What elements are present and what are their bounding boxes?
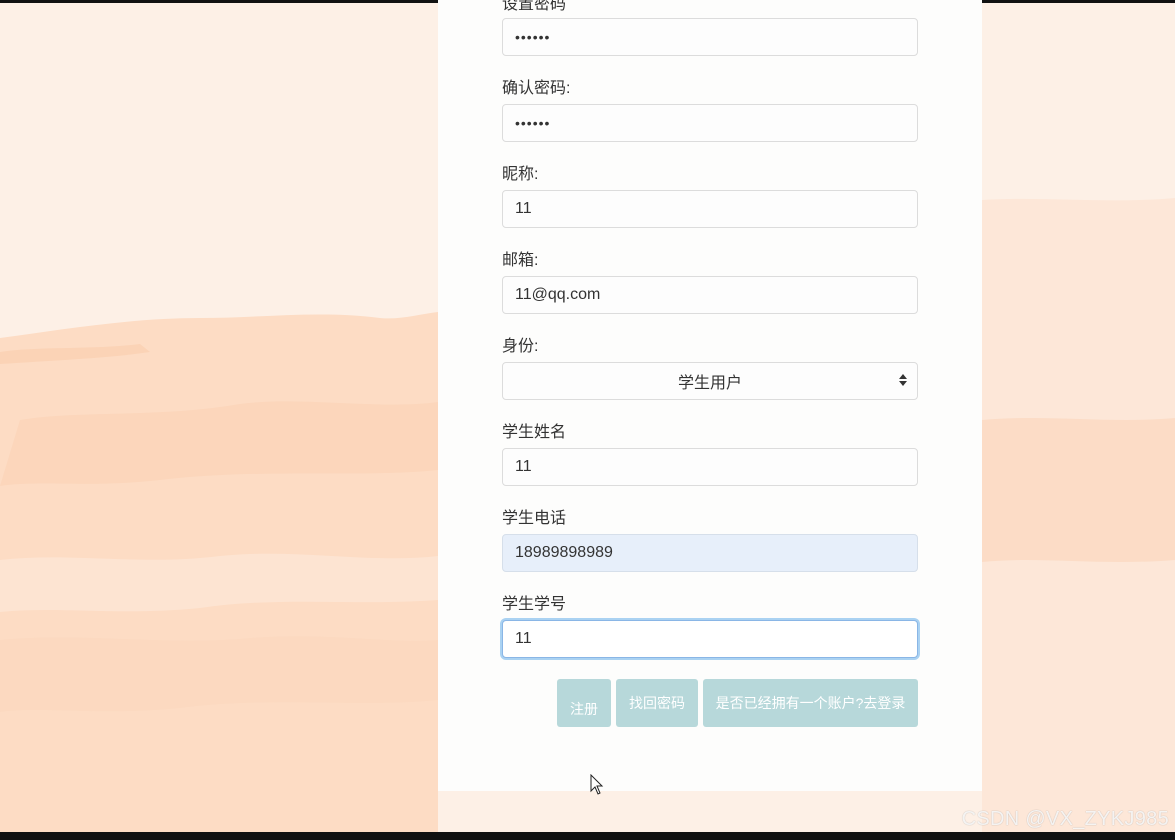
student-id-field[interactable]: 11 <box>502 620 918 658</box>
go-login-button[interactable]: 是否已经拥有一个账户?去登录 <box>703 679 918 727</box>
identity-select[interactable]: 学生用户 <box>502 362 918 400</box>
email-field[interactable]: 11@qq.com <box>502 276 918 314</box>
password-field[interactable]: •••••• <box>502 18 918 56</box>
recover-password-button[interactable]: 找回密码 <box>616 679 698 727</box>
identity-label: 身份: <box>502 338 539 355</box>
register-button[interactable]: 注册 <box>557 679 611 727</box>
select-caret-icon <box>899 374 907 386</box>
watermark-text: CSDN @VX_ZYKJ985 <box>961 808 1169 830</box>
nickname-label: 昵称: <box>502 166 539 183</box>
confirm-password-label: 确认密码: <box>502 80 571 97</box>
confirm-password-field[interactable]: •••••• <box>502 104 918 142</box>
student-id-label: 学生学号 <box>502 596 567 613</box>
mouse-pointer-icon <box>590 774 604 795</box>
student-phone-field[interactable]: 18989898989 <box>502 534 918 572</box>
student-name-field[interactable]: 11 <box>502 448 918 486</box>
password-label: 设置密码 <box>502 0 567 13</box>
register-panel: 设置密码 •••••• 确认密码: •••••• 昵称: 11 邮箱: 11@q… <box>438 0 982 791</box>
identity-selected-value: 学生用户 <box>677 375 742 392</box>
student-phone-label: 学生电话 <box>502 510 567 527</box>
student-name-label: 学生姓名 <box>502 424 567 441</box>
nickname-field[interactable]: 11 <box>502 190 918 228</box>
email-label: 邮箱: <box>502 252 539 269</box>
window-bottom-edge <box>0 832 1175 840</box>
